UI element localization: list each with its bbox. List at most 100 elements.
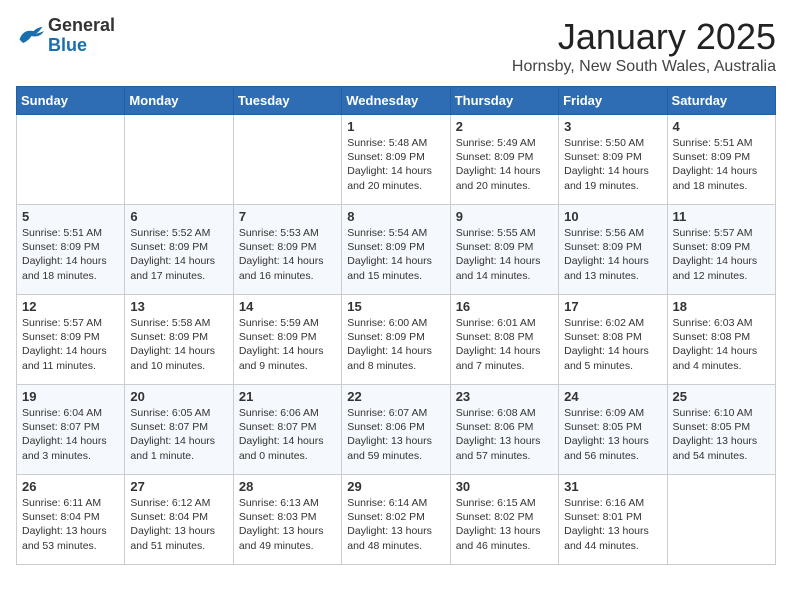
logo: General Blue xyxy=(16,16,115,56)
day-number: 7 xyxy=(239,209,336,224)
calendar-week-row: 5 Sunrise: 5:51 AM Sunset: 8:09 PM Daylig… xyxy=(17,205,776,295)
day-info: Sunrise: 5:50 AM Sunset: 8:09 PM Dayligh… xyxy=(564,136,661,193)
day-info: Sunrise: 5:57 AM Sunset: 8:09 PM Dayligh… xyxy=(673,226,770,283)
day-number: 19 xyxy=(22,389,119,404)
calendar-cell: 21 Sunrise: 6:06 AM Sunset: 8:07 PM Dayli… xyxy=(233,385,341,475)
day-number: 26 xyxy=(22,479,119,494)
day-info: Sunrise: 5:51 AM Sunset: 8:09 PM Dayligh… xyxy=(22,226,119,283)
calendar-cell: 29Sunrise: 6:14 AM Sunset: 8:02 PM Dayli… xyxy=(342,475,450,565)
calendar-week-row: 1 Sunrise: 5:48 AM Sunset: 8:09 PM Daylig… xyxy=(17,115,776,205)
calendar-day-header: Monday xyxy=(125,87,233,115)
calendar-cell: 8 Sunrise: 5:54 AM Sunset: 8:09 PM Daylig… xyxy=(342,205,450,295)
calendar-cell: 12 Sunrise: 5:57 AM Sunset: 8:09 PM Dayli… xyxy=(17,295,125,385)
day-info: Sunrise: 5:53 AM Sunset: 8:09 PM Dayligh… xyxy=(239,226,336,283)
calendar-day-header: Tuesday xyxy=(233,87,341,115)
day-number: 16 xyxy=(456,299,553,314)
calendar-cell: 1 Sunrise: 5:48 AM Sunset: 8:09 PM Daylig… xyxy=(342,115,450,205)
calendar-day-header: Wednesday xyxy=(342,87,450,115)
calendar-cell: 3 Sunrise: 5:50 AM Sunset: 8:09 PM Daylig… xyxy=(559,115,667,205)
calendar-week-row: 12 Sunrise: 5:57 AM Sunset: 8:09 PM Dayli… xyxy=(17,295,776,385)
day-info: Sunrise: 6:09 AM Sunset: 8:05 PM Dayligh… xyxy=(564,406,661,463)
calendar-cell: 14 Sunrise: 5:59 AM Sunset: 8:09 PM Dayli… xyxy=(233,295,341,385)
day-number: 6 xyxy=(130,209,227,224)
day-info: Sunrise: 6:12 AM Sunset: 8:04 PM Dayligh… xyxy=(130,496,227,553)
calendar-header-row: SundayMondayTuesdayWednesdayThursdayFrid… xyxy=(17,87,776,115)
calendar-cell: 19 Sunrise: 6:04 AM Sunset: 8:07 PM Dayli… xyxy=(17,385,125,475)
calendar-cell: 7 Sunrise: 5:53 AM Sunset: 8:09 PM Daylig… xyxy=(233,205,341,295)
calendar-cell: 5 Sunrise: 5:51 AM Sunset: 8:09 PM Daylig… xyxy=(17,205,125,295)
day-number: 28 xyxy=(239,479,336,494)
day-number: 23 xyxy=(456,389,553,404)
day-number: 24 xyxy=(564,389,661,404)
location-text: Hornsby, New South Wales, Australia xyxy=(512,58,776,76)
day-number: 5 xyxy=(22,209,119,224)
day-info: Sunrise: 6:11 AM Sunset: 8:04 PM Dayligh… xyxy=(22,496,119,553)
day-number: 11 xyxy=(673,209,770,224)
calendar-cell: 13Sunrise: 5:58 AM Sunset: 8:09 PM Dayli… xyxy=(125,295,233,385)
day-number: 22 xyxy=(347,389,444,404)
day-info: Sunrise: 5:57 AM Sunset: 8:09 PM Dayligh… xyxy=(22,316,119,373)
calendar-week-row: 19 Sunrise: 6:04 AM Sunset: 8:07 PM Dayli… xyxy=(17,385,776,475)
day-number: 8 xyxy=(347,209,444,224)
calendar-cell: 26 Sunrise: 6:11 AM Sunset: 8:04 PM Dayli… xyxy=(17,475,125,565)
day-number: 3 xyxy=(564,119,661,134)
day-info: Sunrise: 6:15 AM Sunset: 8:02 PM Dayligh… xyxy=(456,496,553,553)
calendar-cell: 18 Sunrise: 6:03 AM Sunset: 8:08 PM Dayli… xyxy=(667,295,775,385)
day-info: Sunrise: 6:10 AM Sunset: 8:05 PM Dayligh… xyxy=(673,406,770,463)
calendar-cell: 27 Sunrise: 6:12 AM Sunset: 8:04 PM Dayli… xyxy=(125,475,233,565)
day-info: Sunrise: 6:13 AM Sunset: 8:03 PM Dayligh… xyxy=(239,496,336,553)
calendar-day-header: Saturday xyxy=(667,87,775,115)
calendar-cell xyxy=(667,475,775,565)
day-number: 12 xyxy=(22,299,119,314)
calendar-cell: 25 Sunrise: 6:10 AM Sunset: 8:05 PM Dayli… xyxy=(667,385,775,475)
day-number: 14 xyxy=(239,299,336,314)
calendar-cell: 24 Sunrise: 6:09 AM Sunset: 8:05 PM Dayli… xyxy=(559,385,667,475)
day-info: Sunrise: 5:59 AM Sunset: 8:09 PM Dayligh… xyxy=(239,316,336,373)
day-info: Sunrise: 6:04 AM Sunset: 8:07 PM Dayligh… xyxy=(22,406,119,463)
calendar-cell: 28 Sunrise: 6:13 AM Sunset: 8:03 PM Dayli… xyxy=(233,475,341,565)
day-number: 21 xyxy=(239,389,336,404)
day-info: Sunrise: 6:02 AM Sunset: 8:08 PM Dayligh… xyxy=(564,316,661,373)
day-info: Sunrise: 5:51 AM Sunset: 8:09 PM Dayligh… xyxy=(673,136,770,193)
calendar-cell: 6Sunrise: 5:52 AM Sunset: 8:09 PM Daylig… xyxy=(125,205,233,295)
day-info: Sunrise: 6:06 AM Sunset: 8:07 PM Dayligh… xyxy=(239,406,336,463)
calendar-cell: 4 Sunrise: 5:51 AM Sunset: 8:09 PM Daylig… xyxy=(667,115,775,205)
calendar-cell: 11 Sunrise: 5:57 AM Sunset: 8:09 PM Dayli… xyxy=(667,205,775,295)
calendar-cell: 17 Sunrise: 6:02 AM Sunset: 8:08 PM Dayli… xyxy=(559,295,667,385)
day-number: 2 xyxy=(456,119,553,134)
day-info: Sunrise: 5:54 AM Sunset: 8:09 PM Dayligh… xyxy=(347,226,444,283)
day-info: Sunrise: 6:07 AM Sunset: 8:06 PM Dayligh… xyxy=(347,406,444,463)
day-number: 18 xyxy=(673,299,770,314)
calendar-cell: 20 Sunrise: 6:05 AM Sunset: 8:07 PM Dayli… xyxy=(125,385,233,475)
day-info: Sunrise: 6:03 AM Sunset: 8:08 PM Dayligh… xyxy=(673,316,770,373)
day-number: 13 xyxy=(130,299,227,314)
calendar-cell: 15 Sunrise: 6:00 AM Sunset: 8:09 PM Dayli… xyxy=(342,295,450,385)
day-number: 27 xyxy=(130,479,227,494)
day-number: 17 xyxy=(564,299,661,314)
day-info: Sunrise: 6:16 AM Sunset: 8:01 PM Dayligh… xyxy=(564,496,661,553)
logo-general-text: General xyxy=(48,15,115,35)
logo-blue-text: Blue xyxy=(48,35,87,55)
calendar-cell: 30Sunrise: 6:15 AM Sunset: 8:02 PM Dayli… xyxy=(450,475,558,565)
calendar-cell xyxy=(17,115,125,205)
day-info: Sunrise: 5:49 AM Sunset: 8:09 PM Dayligh… xyxy=(456,136,553,193)
day-info: Sunrise: 5:55 AM Sunset: 8:09 PM Dayligh… xyxy=(456,226,553,283)
calendar-cell: 2 Sunrise: 5:49 AM Sunset: 8:09 PM Daylig… xyxy=(450,115,558,205)
day-info: Sunrise: 6:05 AM Sunset: 8:07 PM Dayligh… xyxy=(130,406,227,463)
calendar-cell: 22 Sunrise: 6:07 AM Sunset: 8:06 PM Dayli… xyxy=(342,385,450,475)
day-info: Sunrise: 5:48 AM Sunset: 8:09 PM Dayligh… xyxy=(347,136,444,193)
day-number: 25 xyxy=(673,389,770,404)
day-number: 9 xyxy=(456,209,553,224)
day-number: 1 xyxy=(347,119,444,134)
calendar-week-row: 26 Sunrise: 6:11 AM Sunset: 8:04 PM Dayli… xyxy=(17,475,776,565)
day-number: 20 xyxy=(130,389,227,404)
day-info: Sunrise: 6:00 AM Sunset: 8:09 PM Dayligh… xyxy=(347,316,444,373)
calendar-day-header: Sunday xyxy=(17,87,125,115)
calendar-cell: 31Sunrise: 6:16 AM Sunset: 8:01 PM Dayli… xyxy=(559,475,667,565)
day-info: Sunrise: 6:01 AM Sunset: 8:08 PM Dayligh… xyxy=(456,316,553,373)
month-year-title: January 2025 xyxy=(512,16,776,58)
calendar-table: SundayMondayTuesdayWednesdayThursdayFrid… xyxy=(16,86,776,565)
day-number: 15 xyxy=(347,299,444,314)
day-info: Sunrise: 6:14 AM Sunset: 8:02 PM Dayligh… xyxy=(347,496,444,553)
day-number: 4 xyxy=(673,119,770,134)
